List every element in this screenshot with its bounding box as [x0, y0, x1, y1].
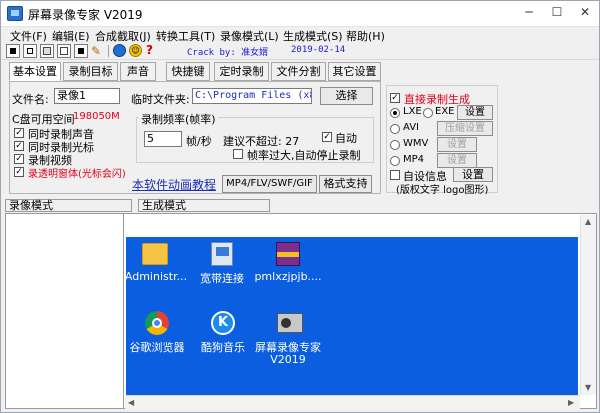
tab-record-target[interactable]: 录制目标	[63, 62, 118, 81]
maximize-button[interactable]: ☐	[543, 1, 571, 25]
auto-stop-label: 帧率过大,自动停止录制	[247, 149, 361, 162]
lxe-settings-button[interactable]: 设置	[457, 105, 493, 120]
tab-basic[interactable]: 基本设置	[9, 62, 61, 81]
title-bar: 屏幕录像专家 V2019 ─ ☐ ✕	[1, 1, 599, 27]
record-cursor-checkbox[interactable]: ✓	[14, 141, 24, 151]
folder-icon	[142, 243, 168, 265]
window-title: 屏幕录像专家 V2019	[28, 8, 143, 22]
desktop-icon-label-line2: V2019	[270, 353, 306, 366]
menu-file[interactable]: 文件(F)	[10, 28, 47, 44]
horizontal-scrollbar[interactable]: ◀ ▶	[125, 395, 580, 409]
kugou-icon: K	[211, 311, 235, 335]
minimize-button[interactable]: ─	[515, 1, 543, 25]
generate-mode-pane-title[interactable]: 生成模式	[138, 199, 270, 212]
exe-label: EXE	[435, 106, 455, 117]
app-window: 屏幕录像专家 V2019 ─ ☐ ✕ 文件(F) 编辑(E) 合成截取(J) 转…	[0, 0, 600, 413]
tab-scheduled[interactable]: 定时录制	[214, 62, 269, 81]
avi-compress-button[interactable]: 压缩设置	[437, 121, 493, 136]
disk-space-value: 198050M	[73, 111, 120, 122]
menu-bar: 文件(F) 编辑(E) 合成截取(J) 转换工具(T) 录像模式(L) 生成模式…	[1, 27, 599, 44]
wmv-radio[interactable]	[390, 140, 400, 150]
menu-generate-mode[interactable]: 生成模式(S)	[283, 28, 343, 44]
custom-info-checkbox[interactable]	[390, 170, 400, 180]
chrome-icon	[145, 311, 169, 335]
close-button[interactable]: ✕	[571, 1, 599, 25]
tab-other[interactable]: 其它设置	[328, 62, 381, 81]
tutorial-link[interactable]: 本软件动画教程	[132, 176, 216, 193]
recorder-icon	[277, 313, 303, 333]
avi-radio[interactable]	[390, 124, 400, 134]
record-mode-list[interactable]	[5, 213, 132, 409]
desktop-preview: Administr... 宽带连接 pmlxzjpjb.... 谷歌浏览器 K …	[125, 237, 578, 397]
pencil-icon[interactable]: ✎	[91, 44, 105, 58]
scroll-left-icon[interactable]: ◀	[128, 398, 134, 407]
frame-rate-input[interactable]: 5	[144, 131, 182, 147]
play-icon[interactable]	[57, 44, 71, 58]
crack-text: Crack by: 准女婿	[187, 48, 269, 58]
desktop-icon-label: pmlxzjpjb....	[254, 270, 322, 283]
toolbar-separator	[108, 45, 109, 57]
globe-icon[interactable]	[113, 44, 126, 57]
date-text: 2019-02-14	[291, 45, 346, 55]
frame-rate-unit: 帧/秒	[186, 135, 212, 148]
record-sound-checkbox[interactable]: ✓	[14, 128, 24, 138]
frame-rate-group-title: 录制频率(帧率)	[139, 111, 218, 127]
wmv-settings-button[interactable]: 设置	[437, 137, 477, 152]
tempdir-input[interactable]: C:\Program Files (x86)	[192, 88, 312, 104]
record-video-checkbox[interactable]: ✓	[14, 154, 24, 164]
menu-edit[interactable]: 编辑(E)	[52, 28, 90, 44]
mp4-settings-button[interactable]: 设置	[437, 153, 477, 168]
formats-list-button[interactable]: MP4/FLV/SWF/GIF	[222, 175, 317, 193]
direct-record-checkbox[interactable]: ✓	[390, 93, 400, 103]
auto-frame-checkbox[interactable]: ✓	[322, 132, 332, 142]
avi-label: AVI	[403, 122, 419, 133]
vertical-scrollbar[interactable]: ▲ ▼	[580, 215, 596, 395]
custom-info-note: (版权文字 logo图形)	[396, 185, 489, 196]
help-question-icon[interactable]: ?	[146, 43, 156, 58]
custom-info-button[interactable]: 设置	[453, 167, 493, 182]
app-icon	[7, 6, 23, 21]
menu-compose[interactable]: 合成截取(J)	[95, 28, 151, 44]
stop-icon[interactable]	[23, 44, 37, 58]
disk-space-label: C盘可用空间	[12, 113, 75, 126]
settings-tabs: 基本设置 录制目标 声音 快捷键 定时录制 文件分割 其它设置	[1, 62, 599, 81]
smile-icon[interactable]: ☺	[129, 44, 142, 57]
lxe-label: LXE	[403, 106, 422, 117]
generate-mode-preview: Administr... 宽带连接 pmlxzjpjb.... 谷歌浏览器 K …	[123, 213, 597, 409]
pause-icon[interactable]	[40, 44, 54, 58]
transparent-window-checkbox[interactable]: ✓	[14, 167, 24, 177]
transparent-window-label: 录透明窗体(光标会闪)	[28, 169, 126, 180]
mp4-label: MP4	[403, 154, 425, 165]
network-icon	[211, 242, 233, 266]
filename-input[interactable]: 录像1	[54, 88, 120, 104]
wmv-label: WMV	[403, 138, 429, 149]
menu-convert[interactable]: 转换工具(T)	[156, 28, 215, 44]
record-mode-pane-title[interactable]: 录像模式	[5, 199, 132, 212]
scroll-right-icon[interactable]: ▶	[568, 398, 574, 407]
menu-record-mode[interactable]: 录像模式(L)	[220, 28, 279, 44]
toolbar: ✎ ☺ ? Crack by: 准女婿 2019-02-14	[1, 43, 599, 60]
tab-hotkeys[interactable]: 快捷键	[166, 62, 210, 81]
tempdir-label: 临时文件夹:	[131, 93, 190, 106]
tab-sound[interactable]: 声音	[120, 62, 156, 81]
filename-label: 文件名:	[12, 93, 49, 106]
lxe-radio[interactable]	[390, 108, 400, 118]
scroll-up-icon[interactable]: ▲	[585, 217, 591, 226]
scroll-down-icon[interactable]: ▼	[585, 383, 591, 392]
auto-frame-label: 自动	[335, 132, 357, 145]
auto-stop-checkbox[interactable]	[233, 149, 243, 159]
tab-file-split[interactable]: 文件分割	[271, 62, 326, 81]
winrar-icon	[276, 242, 300, 266]
open-icon[interactable]	[74, 44, 88, 58]
record-icon[interactable]	[6, 44, 20, 58]
formats-support-button[interactable]: 格式支持	[319, 175, 372, 193]
mp4-radio[interactable]	[390, 156, 400, 166]
menu-help[interactable]: 帮助(H)	[346, 28, 385, 44]
exe-radio[interactable]	[423, 108, 433, 118]
browse-button[interactable]: 选择	[320, 87, 373, 105]
